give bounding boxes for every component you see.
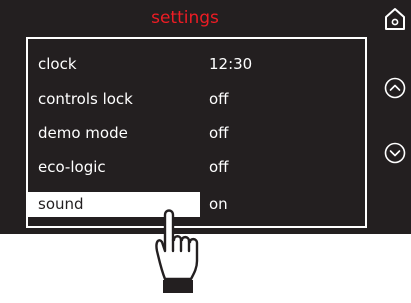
home-button[interactable] — [384, 7, 406, 35]
settings-item-clock[interactable]: clock 12:30 — [28, 48, 365, 81]
settings-item-label: eco-logic — [38, 158, 106, 176]
settings-item-demo-mode[interactable]: demo mode off — [28, 117, 365, 150]
settings-item-value: off — [209, 158, 229, 176]
chevron-down-circle-icon — [384, 142, 406, 164]
home-icon — [385, 8, 405, 30]
settings-item-value: 12:30 — [209, 55, 253, 73]
settings-item-label: controls lock — [38, 90, 133, 108]
settings-item-eco-logic[interactable]: eco-logic off — [28, 151, 365, 184]
settings-item-label: clock — [38, 55, 77, 73]
pointing-hand-icon — [147, 207, 203, 303]
scroll-down-button[interactable] — [384, 142, 406, 168]
settings-list: clock 12:30 controls lock off demo mode … — [26, 37, 367, 228]
display-screen: settings clock 12:30 controls lock off d… — [0, 0, 411, 234]
page-title: settings — [151, 8, 219, 28]
scroll-up-button[interactable] — [384, 77, 406, 103]
settings-item-label: sound — [38, 195, 84, 213]
settings-item-label: demo mode — [38, 124, 128, 142]
chevron-up-circle-icon — [384, 77, 406, 99]
settings-item-value: off — [209, 124, 229, 142]
settings-item-value: off — [209, 90, 229, 108]
settings-item-value: on — [209, 195, 228, 213]
settings-item-controls-lock[interactable]: controls lock off — [28, 83, 365, 116]
